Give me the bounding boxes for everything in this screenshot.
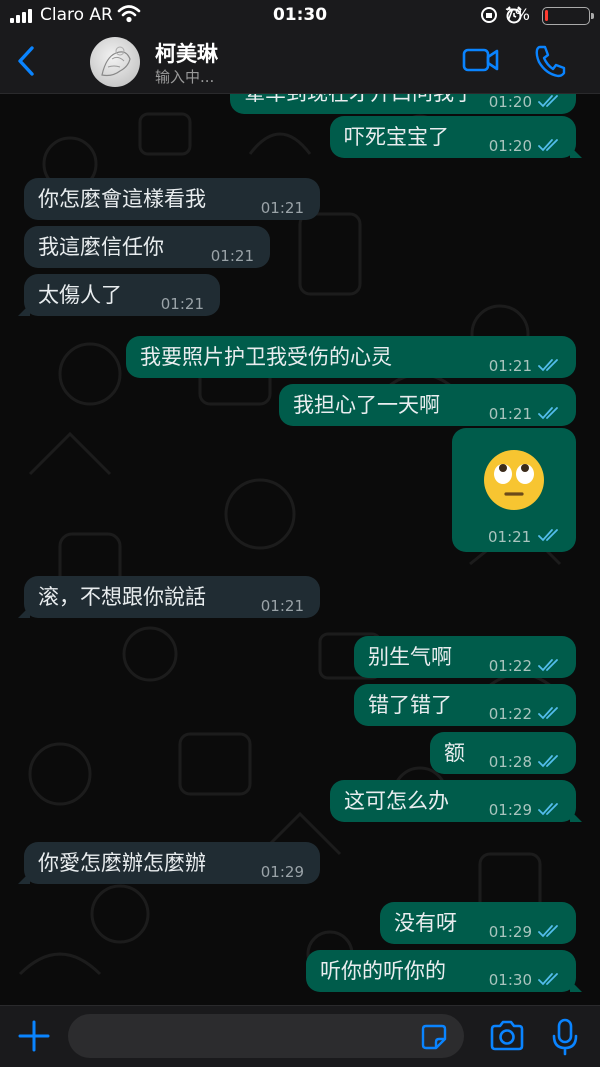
message-bubble-outgoing[interactable]: 听你的听你的 01:30 [306,950,576,992]
camera-icon[interactable] [489,1020,525,1052]
avatar[interactable] [90,37,140,87]
message-time: 01:29 [488,923,532,941]
read-receipt-icon [538,529,558,542]
battery-icon [542,7,594,25]
message-time: 01:20 [488,137,532,155]
message-bubble-incoming[interactable]: 滚，不想跟你說話 01:21 [24,576,320,618]
read-receipt-icon [538,973,558,986]
message-text: 你愛怎麼辦怎麼辦 [38,851,206,875]
message-bubble-incoming[interactable]: 太傷人了 01:21 [24,274,220,316]
message-time: 01:21 [488,357,532,375]
chat-header: 柯美琳 输入中... [0,30,600,94]
message-bubble-outgoing[interactable]: 别生气啊 01:22 [354,636,576,678]
composer-bar [0,1005,600,1067]
message-bubble-incoming[interactable]: 我這麼信任你 01:21 [24,226,270,268]
sticker-icon[interactable] [420,1023,448,1051]
plus-icon[interactable] [16,1018,52,1054]
phone-call-icon[interactable] [534,44,566,78]
read-receipt-icon [538,755,558,768]
message-text: 没有呀 [394,911,457,935]
message-bubble-outgoing[interactable]: 晕车到现在才开口问我了 01:20 [230,94,576,114]
message-text: 我担心了一天啊 [293,393,440,417]
read-receipt-icon [538,359,558,372]
rolling-eyes-emoji-icon [484,450,544,510]
message-text: 我要照片护卫我受伤的心灵 [140,345,392,369]
read-receipt-icon [538,95,558,108]
typing-status: 输入中... [155,68,215,86]
back-chevron-icon[interactable] [14,44,40,78]
message-bubble-incoming[interactable]: 你怎麼會這樣看我 01:21 [24,178,320,220]
battery-percent: 7% [504,5,530,24]
message-time: 01:21 [488,528,532,546]
message-text: 晕车到现在才开口问我了 [244,94,475,105]
message-text: 错了错了 [368,693,452,717]
message-text: 太傷人了 [38,283,122,307]
message-time: 01:29 [488,801,532,819]
message-time: 01:21 [260,597,304,615]
avatar-sketch-icon [101,46,131,77]
message-text: 额 [444,741,465,765]
video-call-icon[interactable] [462,46,500,74]
message-bubble-outgoing[interactable]: 我担心了一天啊 01:21 [279,384,576,426]
status-bar: Claro AR 01:30 7% [0,0,600,30]
message-bubble-outgoing[interactable]: 我要照片护卫我受伤的心灵 01:21 [126,336,576,378]
message-text: 听你的听你的 [320,959,446,983]
message-time: 01:28 [488,753,532,771]
message-bubble-outgoing[interactable]: 吓死宝宝了 01:20 [330,116,576,158]
message-text: 我這麼信任你 [38,235,164,259]
message-bubble-outgoing[interactable]: 01:21 [452,428,576,552]
message-time: 01:21 [488,405,532,423]
message-text: 别生气啊 [368,645,452,669]
contact-name[interactable]: 柯美琳 [155,38,218,68]
message-time: 01:21 [260,199,304,217]
read-receipt-icon [538,659,558,672]
microphone-icon[interactable] [552,1018,578,1056]
message-bubble-outgoing[interactable]: 错了错了 01:22 [354,684,576,726]
message-list[interactable]: 晕车到现在才开口问我了01:20吓死宝宝了01:20你怎麼會這樣看我01:21我… [0,94,600,1005]
message-time: 01:22 [488,657,532,675]
message-text: 滚，不想跟你說話 [38,585,206,609]
message-time: 01:21 [160,295,204,313]
message-bubble-outgoing[interactable]: 额 01:28 [430,732,576,774]
read-receipt-icon [538,803,558,816]
read-receipt-icon [538,407,558,420]
rotation-lock-icon [481,7,497,23]
message-text: 这可怎么办 [344,789,449,813]
message-time: 01:22 [488,705,532,723]
read-receipt-icon [538,139,558,152]
message-time: 01:29 [260,863,304,881]
message-input[interactable] [68,1014,464,1058]
message-time: 01:20 [488,94,532,111]
message-bubble-incoming[interactable]: 你愛怎麼辦怎麼辦 01:29 [24,842,320,884]
message-bubble-outgoing[interactable]: 这可怎么办 01:29 [330,780,576,822]
read-receipt-icon [538,707,558,720]
read-receipt-icon [538,925,558,938]
message-text: 吓死宝宝了 [344,125,449,149]
message-time: 01:30 [488,971,532,989]
message-bubble-outgoing[interactable]: 没有呀 01:29 [380,902,576,944]
message-time: 01:21 [210,247,254,265]
message-text: 你怎麼會這樣看我 [38,187,206,211]
